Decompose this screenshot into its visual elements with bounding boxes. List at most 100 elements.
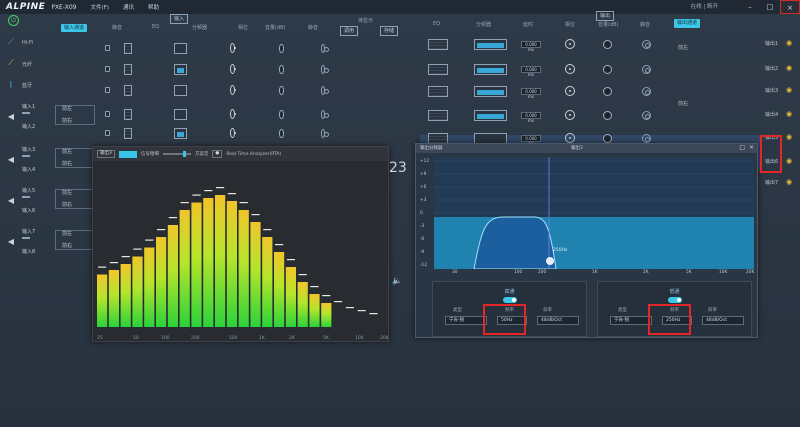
output-assign[interactable]: 前右	[678, 100, 688, 107]
out-gain-knob[interactable]	[603, 64, 612, 74]
phase-button[interactable]	[230, 85, 237, 95]
gain-knob[interactable]	[279, 109, 284, 119]
out-gain-knob[interactable]	[603, 86, 612, 96]
crossover-max-icon[interactable]: □	[739, 144, 745, 151]
out-eq-button[interactable]	[428, 109, 448, 121]
out-gain-knob[interactable]	[603, 39, 612, 49]
mute-button[interactable]	[320, 128, 330, 138]
crossover-close-icon[interactable]: ×	[749, 144, 754, 151]
peq-button[interactable]	[124, 84, 133, 96]
rta-color-swatch[interactable]	[118, 150, 137, 158]
out-eq-button[interactable]	[428, 85, 448, 97]
output-speaker-icon[interactable]: ◉	[784, 63, 794, 73]
minimize-button[interactable]: –	[740, 0, 760, 14]
phase-button[interactable]	[230, 64, 237, 74]
crossover-graph[interactable]: 250Hz	[434, 157, 754, 269]
output-tag[interactable]: 输出	[596, 11, 615, 21]
power-icon[interactable]: ⏻	[8, 15, 19, 26]
phase-button[interactable]	[230, 109, 237, 119]
mute-indicator[interactable]	[105, 45, 111, 51]
menu-help[interactable]: 帮助	[148, 3, 159, 11]
mute-indicator[interactable]	[105, 66, 111, 72]
out-xover-button[interactable]	[474, 85, 507, 97]
mute-button[interactable]	[320, 109, 330, 119]
xover-button[interactable]	[174, 63, 188, 75]
out-phase-button[interactable]	[565, 39, 575, 49]
mute-indicator[interactable]	[105, 130, 111, 136]
mute-indicator[interactable]	[105, 111, 111, 117]
out-mute-button[interactable]	[642, 64, 651, 74]
output-speaker-icon[interactable]: ◉	[784, 38, 794, 48]
out-mute-button[interactable]	[642, 39, 651, 49]
speaker-icon[interactable]: 🔈	[392, 275, 402, 285]
out-xover-button[interactable]	[474, 132, 507, 144]
out-eq-button[interactable]	[428, 38, 448, 50]
input-level-box[interactable]	[22, 112, 30, 114]
input-assign-1[interactable]: 前左	[62, 148, 72, 155]
xover-button[interactable]	[174, 42, 188, 54]
output-speaker-icon[interactable]: ◉	[784, 177, 794, 187]
mute-button[interactable]	[320, 85, 330, 95]
mute-indicator[interactable]	[105, 87, 111, 93]
close-button[interactable]: ×	[780, 0, 800, 14]
out-mute-button[interactable]	[642, 133, 651, 143]
delay-field[interactable]: 0.000 ms	[521, 87, 541, 99]
input-assign-2[interactable]: 前右	[62, 117, 72, 124]
lp-type-select[interactable]: 宁肯-锐	[610, 316, 652, 325]
menu-comm[interactable]: 通讯	[123, 3, 134, 11]
connection-status[interactable]: 在线 | 断开	[691, 2, 718, 10]
peq-button[interactable]	[124, 108, 133, 120]
rta-channel-select[interactable]: 输出3	[97, 150, 115, 158]
input-channel-button[interactable]: 输入通道	[61, 24, 87, 32]
delay-field[interactable]: 0.000 ms	[521, 134, 541, 146]
out-eq-button[interactable]	[428, 63, 448, 75]
gain-knob[interactable]	[279, 64, 284, 74]
bandpass-curve[interactable]	[473, 216, 557, 269]
peq-button[interactable]	[124, 63, 133, 75]
delay-field[interactable]: 0.000 ms	[521, 111, 541, 123]
input-level-box[interactable]	[22, 196, 30, 198]
gain-knob[interactable]	[279, 128, 284, 138]
out-xover-button[interactable]	[474, 109, 507, 121]
xover-button[interactable]	[174, 127, 188, 139]
input-tag[interactable]: 输入	[170, 14, 189, 24]
lowpass-handle[interactable]	[546, 257, 554, 265]
input-assign-2[interactable]: 前右	[62, 201, 72, 208]
out-phase-button[interactable]	[565, 133, 575, 143]
peq-button[interactable]	[124, 127, 133, 139]
output-assign[interactable]: 前左	[678, 44, 688, 51]
mute-button[interactable]	[320, 64, 330, 74]
out-gain-knob[interactable]	[603, 110, 612, 120]
apply-button[interactable]: 调用	[340, 26, 359, 36]
out-phase-button[interactable]	[565, 86, 575, 96]
maximize-button[interactable]: □	[760, 0, 780, 14]
rta-mode-select[interactable]: ●	[212, 150, 223, 158]
input-assign-1[interactable]: 前左	[62, 230, 72, 237]
input-assign-2[interactable]: 前右	[62, 242, 72, 249]
lp-slope-select[interactable]: 48dB/Oct	[702, 316, 744, 325]
phase-button[interactable]	[230, 128, 237, 138]
out-phase-button[interactable]	[565, 64, 575, 74]
output-speaker-icon[interactable]: ◉	[784, 132, 794, 142]
input-assign-1[interactable]: 前左	[62, 189, 72, 196]
xover-button[interactable]	[174, 108, 188, 120]
peq-button[interactable]	[124, 42, 133, 54]
output-speaker-icon[interactable]: ◉	[784, 85, 794, 95]
save-button[interactable]: 存储	[380, 26, 399, 36]
out-xover-button[interactable]	[474, 63, 507, 75]
out-xover-button[interactable]	[474, 38, 507, 50]
input-level-box[interactable]	[22, 155, 30, 157]
out-phase-button[interactable]	[565, 110, 575, 120]
mute-button[interactable]	[320, 43, 330, 53]
output-channel-button[interactable]: 输出通道	[674, 19, 700, 28]
rta-slider[interactable]	[162, 151, 191, 157]
phase-button[interactable]	[230, 43, 237, 53]
hp-slope-select[interactable]: 48dB/Oct	[537, 316, 579, 325]
highpass-toggle[interactable]	[503, 297, 517, 303]
input-assign-2[interactable]: 前右	[62, 160, 72, 167]
delay-field[interactable]: 0.000 ms	[521, 40, 541, 52]
menu-file[interactable]: 文件(F)	[90, 3, 108, 11]
lowpass-toggle[interactable]	[668, 297, 682, 303]
delay-field[interactable]: 0.000 ms	[521, 65, 541, 77]
out-mute-button[interactable]	[642, 110, 651, 120]
